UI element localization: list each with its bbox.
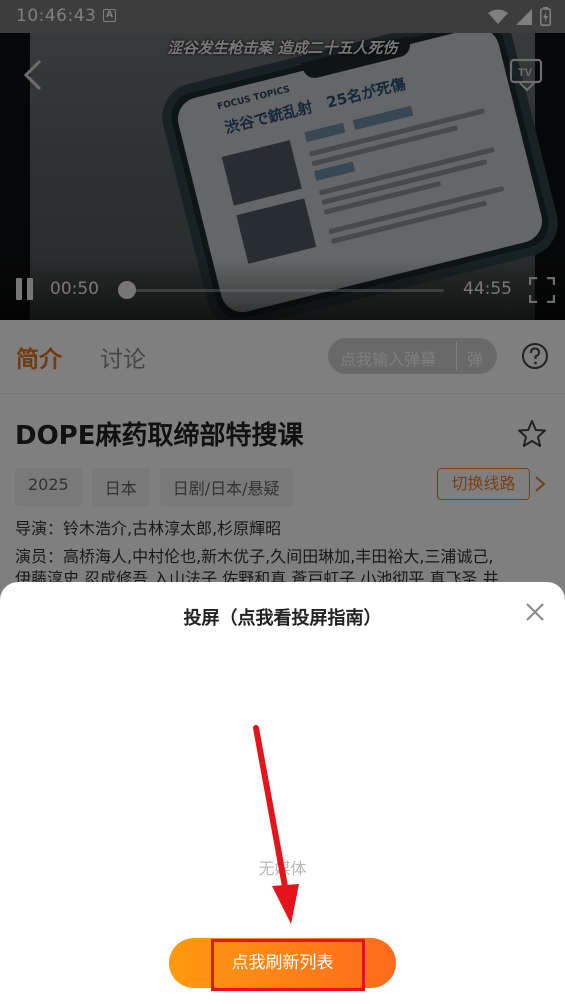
- annotation-highlight-box: [211, 939, 365, 991]
- annotation-arrow-icon: [253, 725, 299, 924]
- cast-sheet-title[interactable]: 投屏（点我看投屏指南）: [0, 604, 565, 630]
- cast-bottom-sheet: 投屏（点我看投屏指南） 无媒体 点我刷新列表: [0, 582, 565, 1004]
- close-icon[interactable]: [523, 600, 547, 624]
